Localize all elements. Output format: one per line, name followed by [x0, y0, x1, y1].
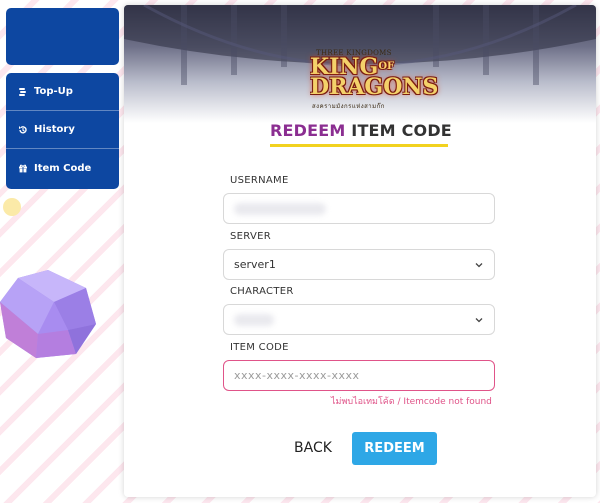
server-select[interactable]: server1 — [223, 249, 495, 280]
logo-title-of: OF — [378, 61, 395, 72]
coins-icon — [18, 87, 28, 97]
sidebar-item-label: History — [34, 124, 75, 135]
item-code-label: ITEM CODE — [230, 342, 289, 353]
sidebar-item-label: Item Code — [34, 162, 92, 174]
character-select[interactable] — [223, 304, 495, 335]
username-field[interactable] — [223, 193, 495, 224]
gift-icon — [18, 163, 28, 173]
sidebar-menu: Top-Up History Item Code — [6, 73, 119, 189]
server-label: SERVER — [230, 231, 271, 242]
history-icon — [18, 125, 28, 135]
logo-title: KINGOF DRAGONS — [310, 56, 439, 100]
chevron-down-icon — [475, 263, 483, 268]
page-title-rest: ITEM CODE — [345, 121, 452, 140]
game-logo: THREE KINGDOMS KINGOF DRAGONS สงครามมังก… — [304, 49, 438, 117]
item-code-input[interactable]: xxxx-xxxx-xxxx-xxxx — [223, 360, 495, 391]
page-title: REDEEM ITEM CODE — [270, 121, 452, 140]
crystal-decoration — [0, 270, 96, 358]
sidebar-header-panel — [6, 8, 119, 65]
redeem-card: THREE KINGDOMS KINGOF DRAGONS สงครามมังก… — [124, 5, 596, 497]
server-select-value: server1 — [234, 258, 276, 271]
error-message: ไม่พบไอเทมโค้ด / Itemcode not found — [331, 397, 492, 407]
back-button[interactable]: BACK — [288, 433, 338, 463]
redacted-username — [234, 202, 326, 215]
page-title-accent: REDEEM — [270, 121, 346, 140]
sidebar-item-item-code[interactable]: Item Code — [6, 149, 119, 187]
chevron-down-icon — [475, 318, 483, 323]
redeem-button[interactable]: REDEEM — [352, 432, 437, 465]
banner: THREE KINGDOMS KINGOF DRAGONS สงครามมังก… — [124, 5, 596, 123]
logo-title-line2: DRAGONS — [310, 74, 439, 100]
item-code-placeholder: xxxx-xxxx-xxxx-xxxx — [234, 369, 360, 382]
redacted-character — [234, 313, 274, 326]
logo-sub-text: สงครามมังกรแห่งสามก๊ก — [312, 103, 385, 110]
character-label: CHARACTER — [230, 286, 294, 297]
sidebar-item-label: Top-Up — [34, 86, 73, 97]
sidebar-item-top-up[interactable]: Top-Up — [6, 73, 119, 111]
decorative-dot — [3, 198, 21, 216]
username-label: USERNAME — [230, 175, 289, 186]
title-underline — [270, 144, 448, 147]
sidebar-item-history[interactable]: History — [6, 111, 119, 149]
